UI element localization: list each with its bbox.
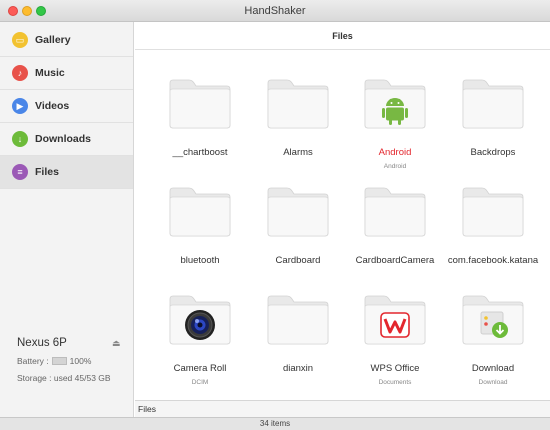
storage-status: Storage : used 45/53 GB <box>17 373 111 383</box>
folder-icon <box>167 185 233 237</box>
folder-name: Backdrops <box>470 147 516 158</box>
image-icon: ▭ <box>12 32 28 48</box>
folder-item[interactable]: WPS Office Documents <box>346 293 444 393</box>
page-title: Files <box>332 31 353 41</box>
sidebar-item-label: Downloads <box>35 133 92 145</box>
sidebar-item-label: Files <box>35 166 59 178</box>
sidebar-item-label: Videos <box>35 100 70 112</box>
camera-lens-icon <box>167 293 233 345</box>
sidebar: ▭ Gallery ♪ Music ▶ Videos ↓ Downloads ≡… <box>0 22 134 417</box>
item-count: 34 items <box>259 419 291 428</box>
folder-name: bluetooth <box>180 255 220 266</box>
folder-icon <box>265 185 331 237</box>
window-title: HandShaker <box>244 5 306 17</box>
folder-item[interactable]: Backdrops <box>444 77 542 177</box>
folder-subtitle: DCIM <box>191 379 209 386</box>
folder-subtitle: Documents <box>378 379 412 386</box>
title-bar: HandShaker <box>0 0 550 22</box>
folder-item[interactable]: __chartboost <box>151 77 249 177</box>
download-folder-icon <box>460 293 526 345</box>
battery-icon <box>51 357 67 365</box>
folder-name: Camera Roll <box>173 363 227 374</box>
path-bar: Files <box>135 400 550 417</box>
folder-item[interactable]: CardboardCamera <box>346 185 444 285</box>
sidebar-item-gallery[interactable]: ▭ Gallery <box>0 24 133 57</box>
play-icon: ▶ <box>12 98 28 114</box>
battery-value: 100% <box>69 356 92 366</box>
eject-icon[interactable]: ⏏ <box>112 338 121 349</box>
folder-icon <box>362 185 428 237</box>
device-name: Nexus 6P <box>17 337 67 349</box>
folder-item[interactable]: Camera Roll DCIM <box>151 293 249 393</box>
folder-subtitle: Download <box>478 379 508 386</box>
music-note-icon: ♪ <box>12 65 28 81</box>
android-robot-icon <box>362 77 428 129</box>
sidebar-item-videos[interactable]: ▶ Videos <box>0 90 133 123</box>
sidebar-item-files[interactable]: ≡ Files <box>0 156 133 189</box>
folder-name: __chartboost <box>172 147 228 158</box>
folder-icon <box>460 185 526 237</box>
battery-status: Battery : 100% <box>17 356 91 366</box>
folder-item[interactable]: Android Android <box>346 77 444 177</box>
sidebar-item-downloads[interactable]: ↓ Downloads <box>0 123 133 156</box>
folder-icon <box>167 77 233 129</box>
folder-item[interactable]: Alarms <box>249 77 347 177</box>
folder-item[interactable]: bluetooth <box>151 185 249 285</box>
folder-name: Android <box>378 147 412 158</box>
folder-icon <box>265 77 331 129</box>
battery-label: Battery : <box>17 356 49 366</box>
document-icon: ≡ <box>12 164 28 180</box>
folder-icon <box>265 293 331 345</box>
wps-logo-icon <box>362 293 428 345</box>
sidebar-item-label: Music <box>35 67 65 79</box>
folder-name: com.facebook.katana <box>447 255 539 266</box>
folder-item[interactable]: Download Download <box>444 293 542 393</box>
folder-name: WPS Office <box>370 363 420 374</box>
status-bar: 34 items <box>0 417 550 430</box>
folder-item[interactable]: Cardboard <box>249 185 347 285</box>
sidebar-item-label: Gallery <box>35 34 71 46</box>
folder-item[interactable]: com.facebook.katana <box>444 185 542 285</box>
folder-icon <box>460 77 526 129</box>
folder-name: Download <box>471 363 515 374</box>
sidebar-item-music[interactable]: ♪ Music <box>0 57 133 90</box>
folder-subtitle: Android <box>383 163 407 170</box>
folder-name: CardboardCamera <box>355 255 435 266</box>
download-icon: ↓ <box>12 131 28 147</box>
path-segment-files[interactable]: Files <box>138 404 156 414</box>
content-header: Files <box>135 22 550 50</box>
folder-item[interactable]: dianxin <box>249 293 347 393</box>
